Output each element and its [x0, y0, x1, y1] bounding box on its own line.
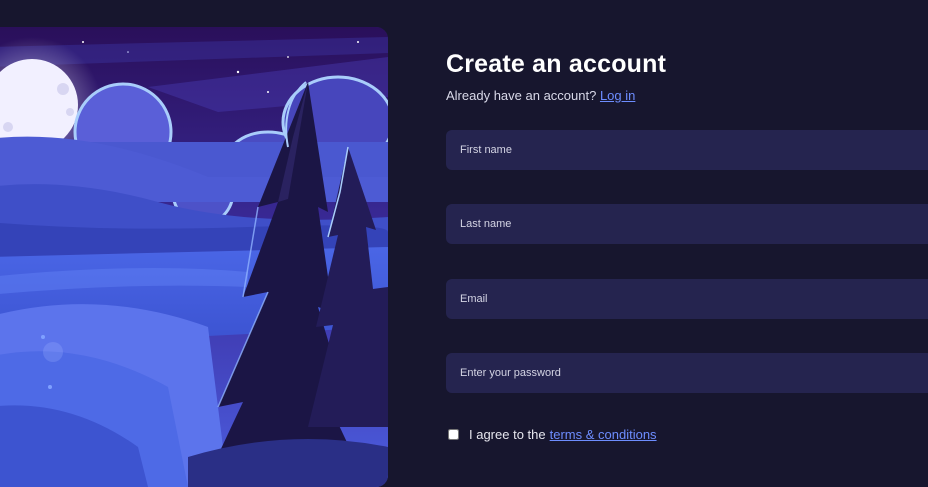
email-input[interactable]: [446, 279, 928, 319]
login-link[interactable]: Log in: [600, 88, 635, 103]
login-prompt-text: Already have an account?: [446, 88, 597, 103]
first-name-input[interactable]: [446, 130, 928, 170]
last-name-input[interactable]: [446, 204, 928, 244]
page-title: Create an account: [446, 50, 667, 78]
night-landscape-illustration: [0, 27, 388, 487]
hero-illustration: [0, 27, 388, 487]
terms-link[interactable]: terms & conditions: [550, 427, 657, 442]
terms-agreement: I agree to the terms & conditions: [448, 426, 657, 442]
signup-form-area: Create an account Already have an accoun…: [446, 0, 928, 476]
terms-checkbox[interactable]: [448, 428, 459, 440]
login-prompt: Already have an account? Log in: [446, 88, 635, 104]
password-input[interactable]: [446, 353, 928, 393]
terms-agree-text: I agree to the: [469, 426, 546, 442]
